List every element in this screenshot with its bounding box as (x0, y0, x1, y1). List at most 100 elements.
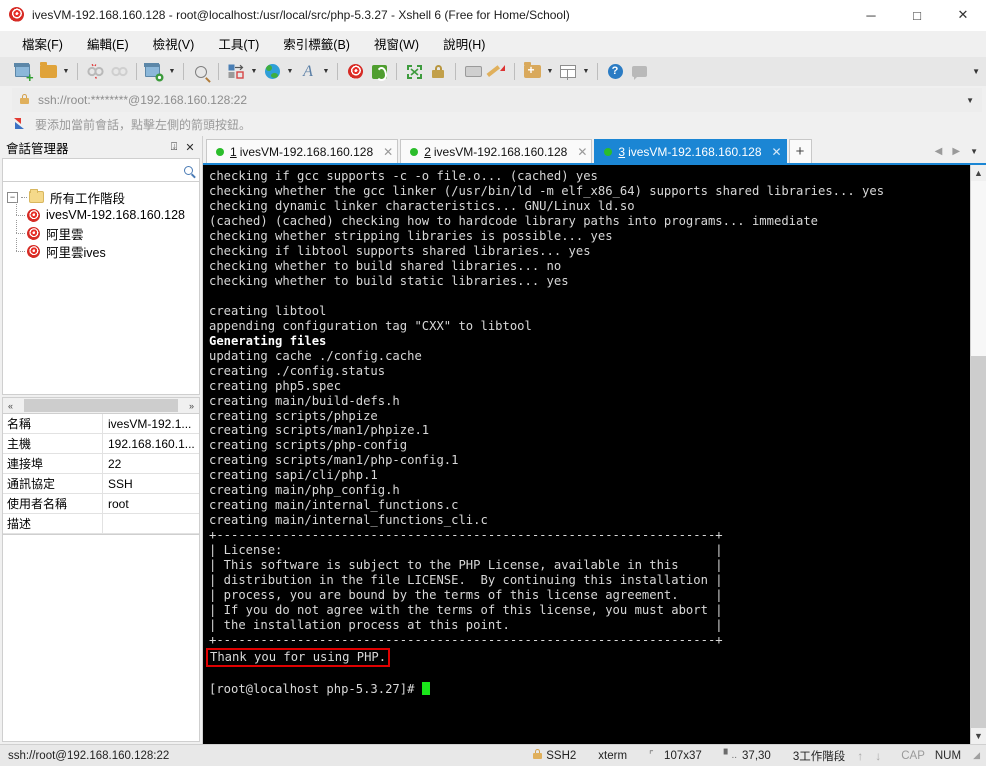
tree-item-aliyun-ives[interactable]: 阿里雲ives (3, 238, 199, 260)
globe-icon[interactable] (260, 60, 284, 84)
tab-close-icon[interactable]: ✕ (577, 145, 587, 159)
menu-tools[interactable]: 工具(T) (209, 31, 268, 56)
session-properties-icon[interactable] (142, 60, 166, 84)
status-cursor-pos: ▘.. 37,30 (724, 750, 771, 762)
new-session-icon[interactable]: + (12, 60, 36, 84)
keyboard-icon[interactable] (461, 60, 485, 84)
property-row: 名稱 ivesVM-192.1... (3, 414, 199, 434)
property-row: 使用者名稱 root (3, 494, 199, 514)
session-properties-dropdown-icon[interactable]: ▼ (166, 60, 178, 84)
tab-session-3[interactable]: 3 ivesVM-192.168.160.128 ✕ (594, 139, 787, 163)
property-value: 22 (108, 457, 122, 471)
tab-label: ivesVM-192.168.160.128 (239, 144, 374, 159)
tree-item-aliyun[interactable]: 阿里雲 (3, 220, 199, 242)
tree-root-node[interactable]: − 所有工作階段 (3, 188, 199, 206)
property-row: 連接埠 22 (3, 454, 199, 474)
lock-icon[interactable] (426, 60, 450, 84)
chat-icon[interactable] (627, 60, 651, 84)
new-folder-icon[interactable]: + (520, 60, 544, 84)
close-button[interactable]: ✕ (940, 0, 986, 30)
scroll-track[interactable] (971, 181, 986, 728)
open-folder-icon[interactable] (36, 60, 60, 84)
open-folder-dropdown-icon[interactable]: ▼ (60, 60, 72, 84)
tree-item-ivesvm[interactable]: ivesVM-192.168.160.128 (3, 202, 199, 224)
panel-close-icon[interactable]: ✕ (182, 139, 198, 155)
terminal-output[interactable]: checking if gcc supports -c -o file.o...… (203, 165, 970, 744)
session-search-input[interactable] (2, 158, 200, 182)
property-value: 192.168.160.1... (108, 437, 195, 451)
expand-collapse-icon[interactable]: − (7, 191, 18, 203)
menu-help[interactable]: 說明(H) (434, 31, 494, 56)
property-row: 描述 (3, 514, 199, 534)
minimize-button[interactable]: ─ (848, 0, 894, 30)
transfer-dropdown-icon[interactable]: ▼ (248, 60, 260, 84)
font-dropdown-icon[interactable]: ▼ (320, 60, 332, 84)
toolbar-separator (396, 63, 397, 80)
menu-view[interactable]: 檢視(V) (144, 31, 204, 56)
highlight-icon[interactable] (485, 60, 509, 84)
menu-window[interactable]: 視窗(W) (365, 31, 428, 56)
scroll-down-icon[interactable]: ▼ (971, 728, 986, 744)
session-icon (25, 242, 42, 260)
menu-edit[interactable]: 編輯(E) (78, 31, 138, 56)
status-cursor-label: 37,30 (742, 749, 771, 762)
layout-dropdown-icon[interactable]: ▼ (580, 60, 592, 84)
fullscreen-icon[interactable] (402, 60, 426, 84)
screen-size-icon: ⌜ (649, 749, 654, 761)
session-properties-table: 名稱 ivesVM-192.1... 主機 192.168.160.1... 連… (2, 414, 200, 535)
address-lock-icon (20, 91, 29, 109)
property-key: 連接埠 (3, 454, 103, 473)
session-tree[interactable]: − 所有工作階段 ivesVM-192.168.160.128 阿里雲 阿里雲i… (2, 182, 200, 395)
resize-grip-icon[interactable]: ◢ (973, 750, 980, 761)
app-logo-icon (6, 4, 27, 25)
toolbar-separator (183, 63, 184, 80)
address-dropdown-icon[interactable]: ▼ (966, 96, 974, 105)
sidebar-horizontal-scrollbar[interactable]: « » (2, 397, 200, 414)
help-icon[interactable]: ? (603, 60, 627, 84)
xshell-icon[interactable] (343, 60, 367, 84)
status-dot-icon (604, 147, 613, 156)
scroll-up-icon[interactable]: ▲ (971, 165, 986, 181)
tab-list-dropdown-icon[interactable]: ▼ (970, 147, 978, 156)
tab-prev-icon[interactable]: ◀ (935, 146, 943, 157)
terminal-vertical-scrollbar[interactable]: ▲ ▼ (970, 165, 986, 744)
layout-icon[interactable] (556, 60, 580, 84)
search-icon[interactable] (184, 165, 193, 175)
new-folder-dropdown-icon[interactable]: ▼ (544, 60, 556, 84)
tree-connector (21, 196, 27, 198)
address-bar[interactable]: ssh://root:********@192.168.160.128:22 ▼ (12, 88, 982, 112)
hint-bar: 要添加當前會話，點擊左側的箭頭按鈕。 (0, 112, 986, 136)
flag-icon (14, 118, 28, 130)
menu-file[interactable]: 檔案(F) (13, 31, 72, 56)
tab-session-2[interactable]: 2 ivesVM-192.168.160.128 ✕ (400, 139, 593, 163)
find-icon[interactable] (189, 60, 213, 84)
main-area: 會話管理器 ⍗ ✕ − 所有工作階段 ivesVM-192.168.160.12… (0, 136, 986, 744)
xftp-icon[interactable] (367, 60, 391, 84)
tab-next-icon[interactable]: ▶ (952, 146, 960, 157)
toolbar-overflow-icon[interactable]: ▼ (972, 57, 980, 86)
globe-dropdown-icon[interactable]: ▼ (284, 60, 296, 84)
disconnect-icon[interactable] (83, 60, 107, 84)
toolbar-separator (597, 63, 598, 80)
scroll-track[interactable] (18, 399, 184, 412)
reconnect-icon[interactable] (107, 60, 131, 84)
maximize-button[interactable]: □ (894, 0, 940, 30)
tab-bar: 1 ivesVM-192.168.160.128 ✕ 2 ivesVM-192.… (203, 136, 986, 163)
terminal-lines-after: updating cache ./config.cache creating .… (209, 348, 723, 648)
tab-close-icon[interactable]: ✕ (772, 145, 782, 159)
font-icon[interactable]: A (296, 60, 320, 84)
tab-session-1[interactable]: 1 ivesVM-192.168.160.128 ✕ (206, 139, 399, 163)
scroll-left-icon[interactable]: « (3, 398, 18, 413)
property-value (103, 514, 199, 533)
pin-icon[interactable]: ⍗ (166, 139, 182, 155)
tab-close-icon[interactable]: ✕ (383, 145, 393, 159)
properties-filler (2, 535, 200, 742)
folder-icon (29, 189, 44, 203)
status-protocol: SSH2 (533, 749, 576, 762)
status-size-label: 107x37 (664, 749, 702, 762)
menu-bookmarks[interactable]: 索引標籤(B) (274, 31, 359, 56)
scroll-right-icon[interactable]: » (184, 398, 199, 413)
transfer-icon[interactable] (224, 60, 248, 84)
new-tab-button[interactable]: + (788, 139, 812, 163)
property-value: root (108, 497, 129, 511)
